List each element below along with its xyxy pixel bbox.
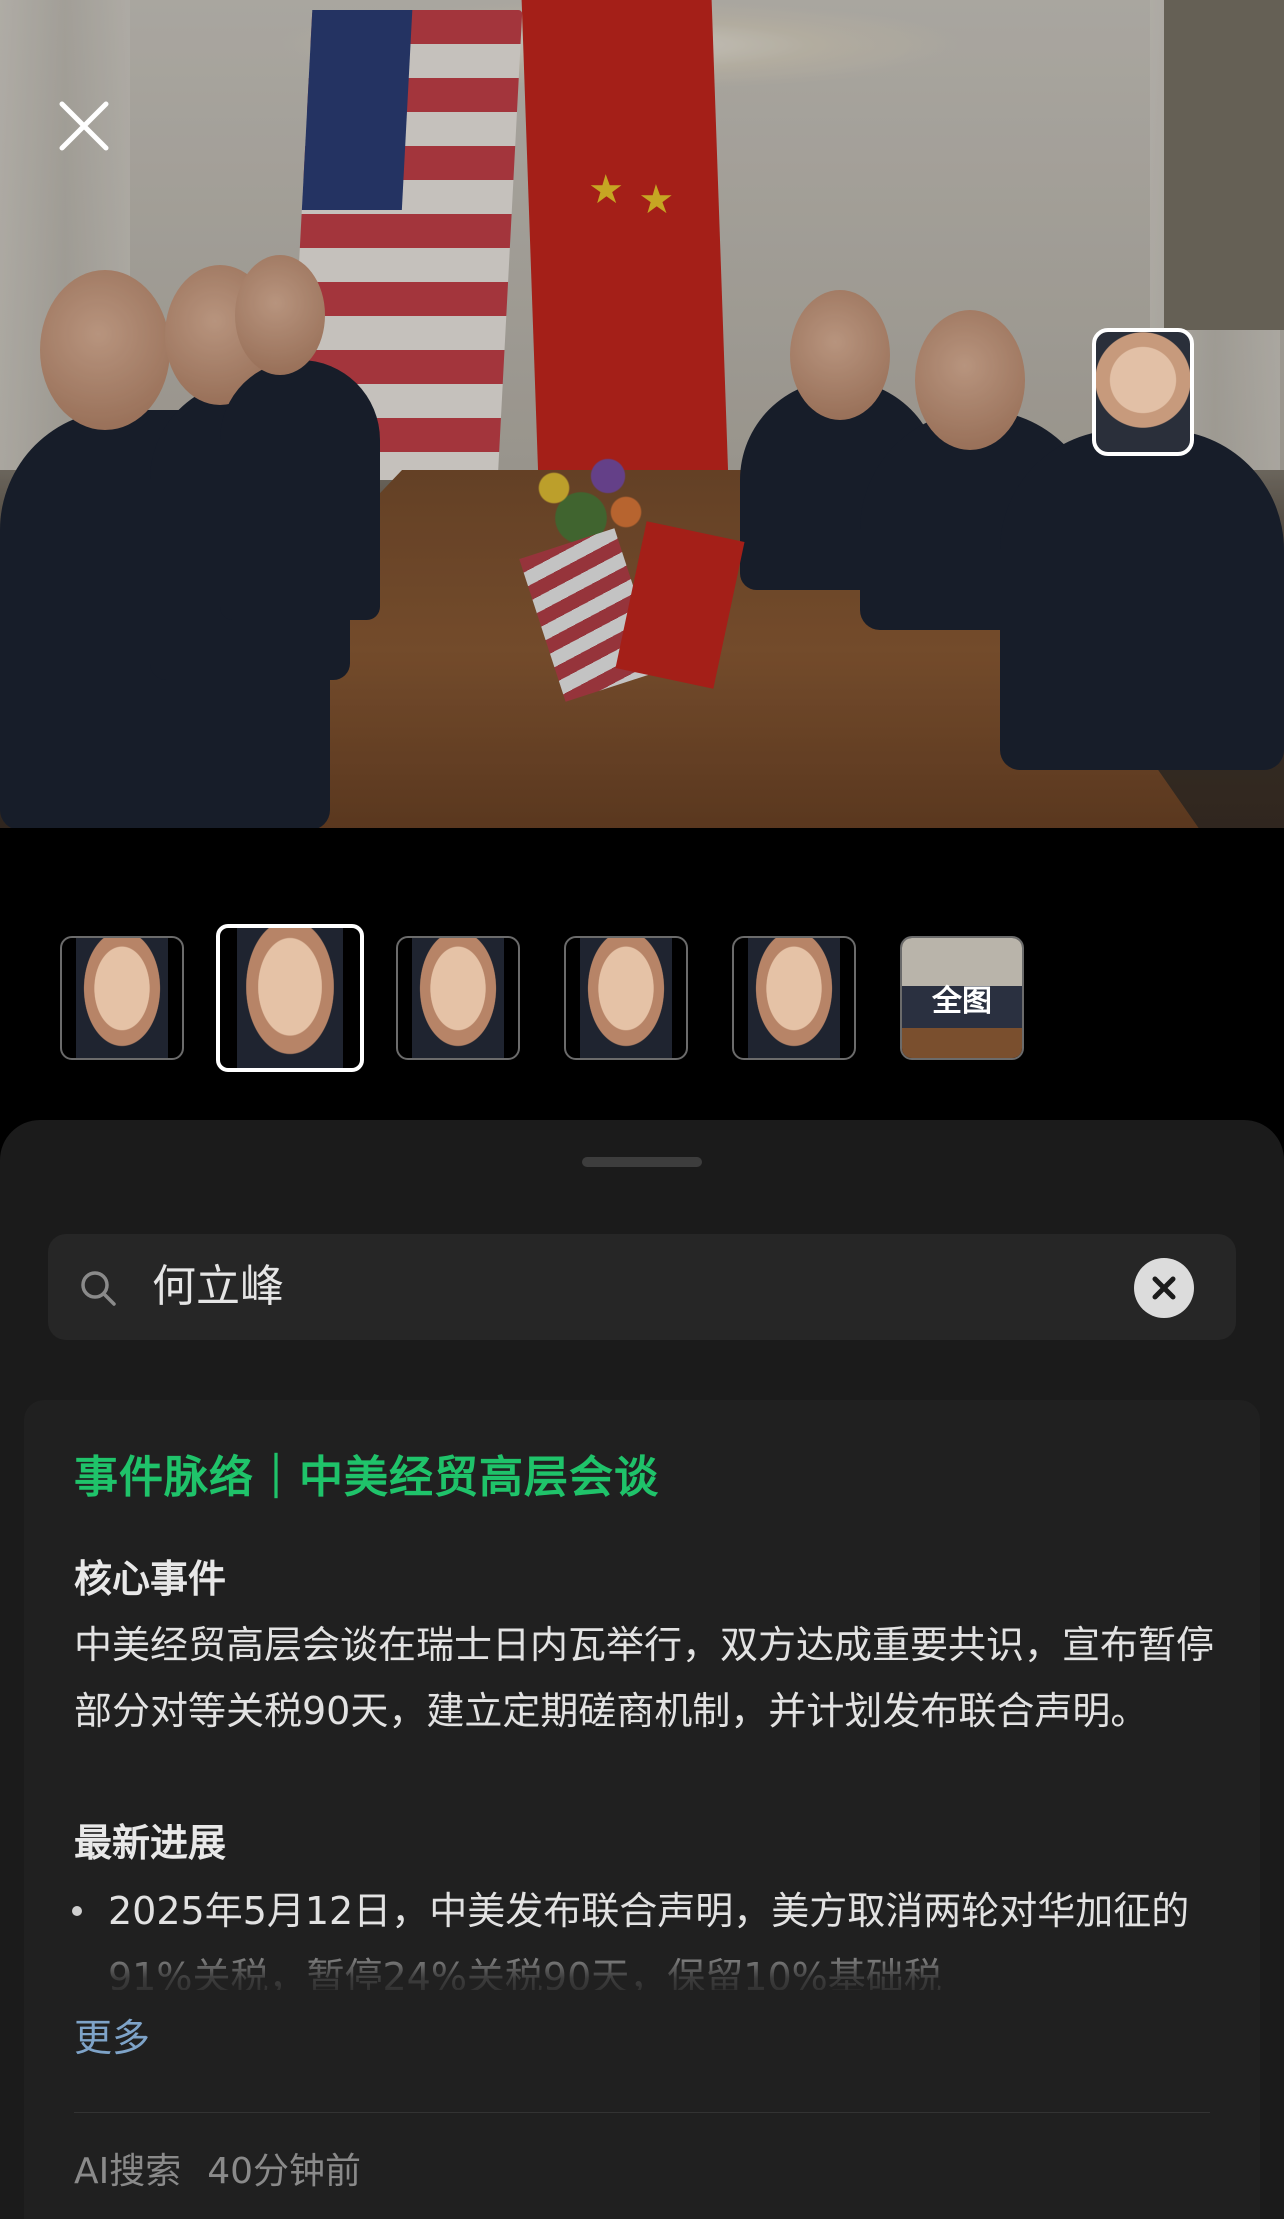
detected-face-marker[interactable] bbox=[1092, 328, 1194, 456]
thumbnail-face-2-selected[interactable] bbox=[216, 924, 364, 1072]
timestamp: 40分钟前 bbox=[207, 2151, 362, 2192]
sheet-drag-handle[interactable] bbox=[582, 1157, 702, 1167]
thumbnail-full-image[interactable]: 全图 bbox=[900, 936, 1024, 1060]
bullet-dot bbox=[72, 1906, 82, 1916]
search-icon bbox=[81, 1271, 116, 1306]
full-image-label: 全图 bbox=[932, 984, 992, 1019]
search-input[interactable]: 何立峰 bbox=[152, 1253, 284, 1321]
source-label: AI搜索 bbox=[74, 2151, 182, 2192]
event-timeline-card bbox=[24, 1400, 1260, 2219]
card-title: 事件脉络｜中美经贸高层会谈 bbox=[74, 1452, 659, 1503]
clear-search-button[interactable] bbox=[1134, 1258, 1194, 1318]
more-link[interactable]: 更多 bbox=[74, 2010, 150, 2066]
close-button[interactable] bbox=[52, 94, 116, 158]
thumbnail-face-4[interactable] bbox=[564, 936, 688, 1060]
close-icon bbox=[59, 101, 109, 151]
card-divider bbox=[74, 2112, 1210, 2113]
core-event-heading: 核心事件 bbox=[74, 1557, 227, 1601]
thumbnail-face-1[interactable] bbox=[60, 936, 184, 1060]
clear-icon bbox=[1152, 1276, 1176, 1300]
latest-progress-heading: 最新进展 bbox=[74, 1821, 227, 1865]
core-event-text: 中美经贸高层会谈在瑞士日内瓦举行，双方达成重要共识，宣布暂停部分对等关税90天，… bbox=[74, 1623, 1215, 1733]
thumbnail-face-3[interactable] bbox=[396, 936, 520, 1060]
source-line: AI搜索 40分钟前 bbox=[74, 2144, 361, 2200]
thumbnail-face-5[interactable] bbox=[732, 936, 856, 1060]
